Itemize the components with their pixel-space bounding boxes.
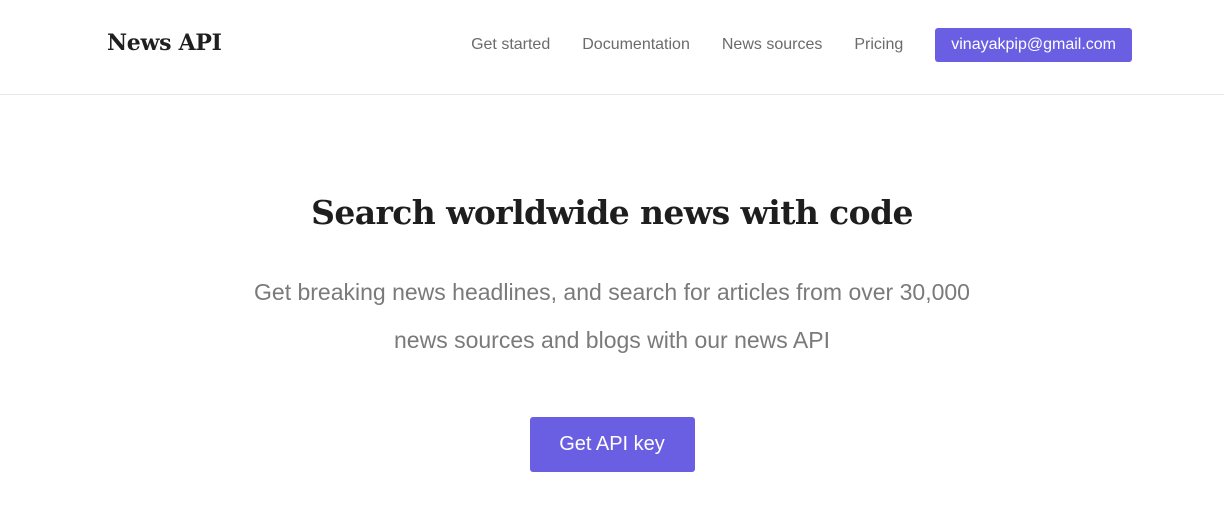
nav-link-pricing[interactable]: Pricing [854, 36, 903, 54]
top-navbar: News API Get started Documentation News … [0, 0, 1224, 95]
brand-logo-link[interactable]: News API [107, 30, 222, 56]
nav-link-get-started[interactable]: Get started [471, 36, 550, 54]
nav-link-news-sources[interactable]: News sources [722, 36, 822, 54]
get-api-key-button[interactable]: Get API key [529, 417, 695, 472]
main-nav: Get started Documentation News sources P… [471, 28, 1132, 62]
account-button[interactable]: vinayakpip@gmail.com [935, 28, 1132, 62]
nav-link-documentation[interactable]: Documentation [582, 36, 690, 54]
cta-container: Get API key [0, 417, 1224, 472]
hero-subtitle: Get breaking news headlines, and search … [254, 279, 970, 353]
hero-title: Search worldwide news with code [311, 193, 913, 232]
hero-section: Search worldwide news with code Get brea… [0, 190, 1224, 364]
